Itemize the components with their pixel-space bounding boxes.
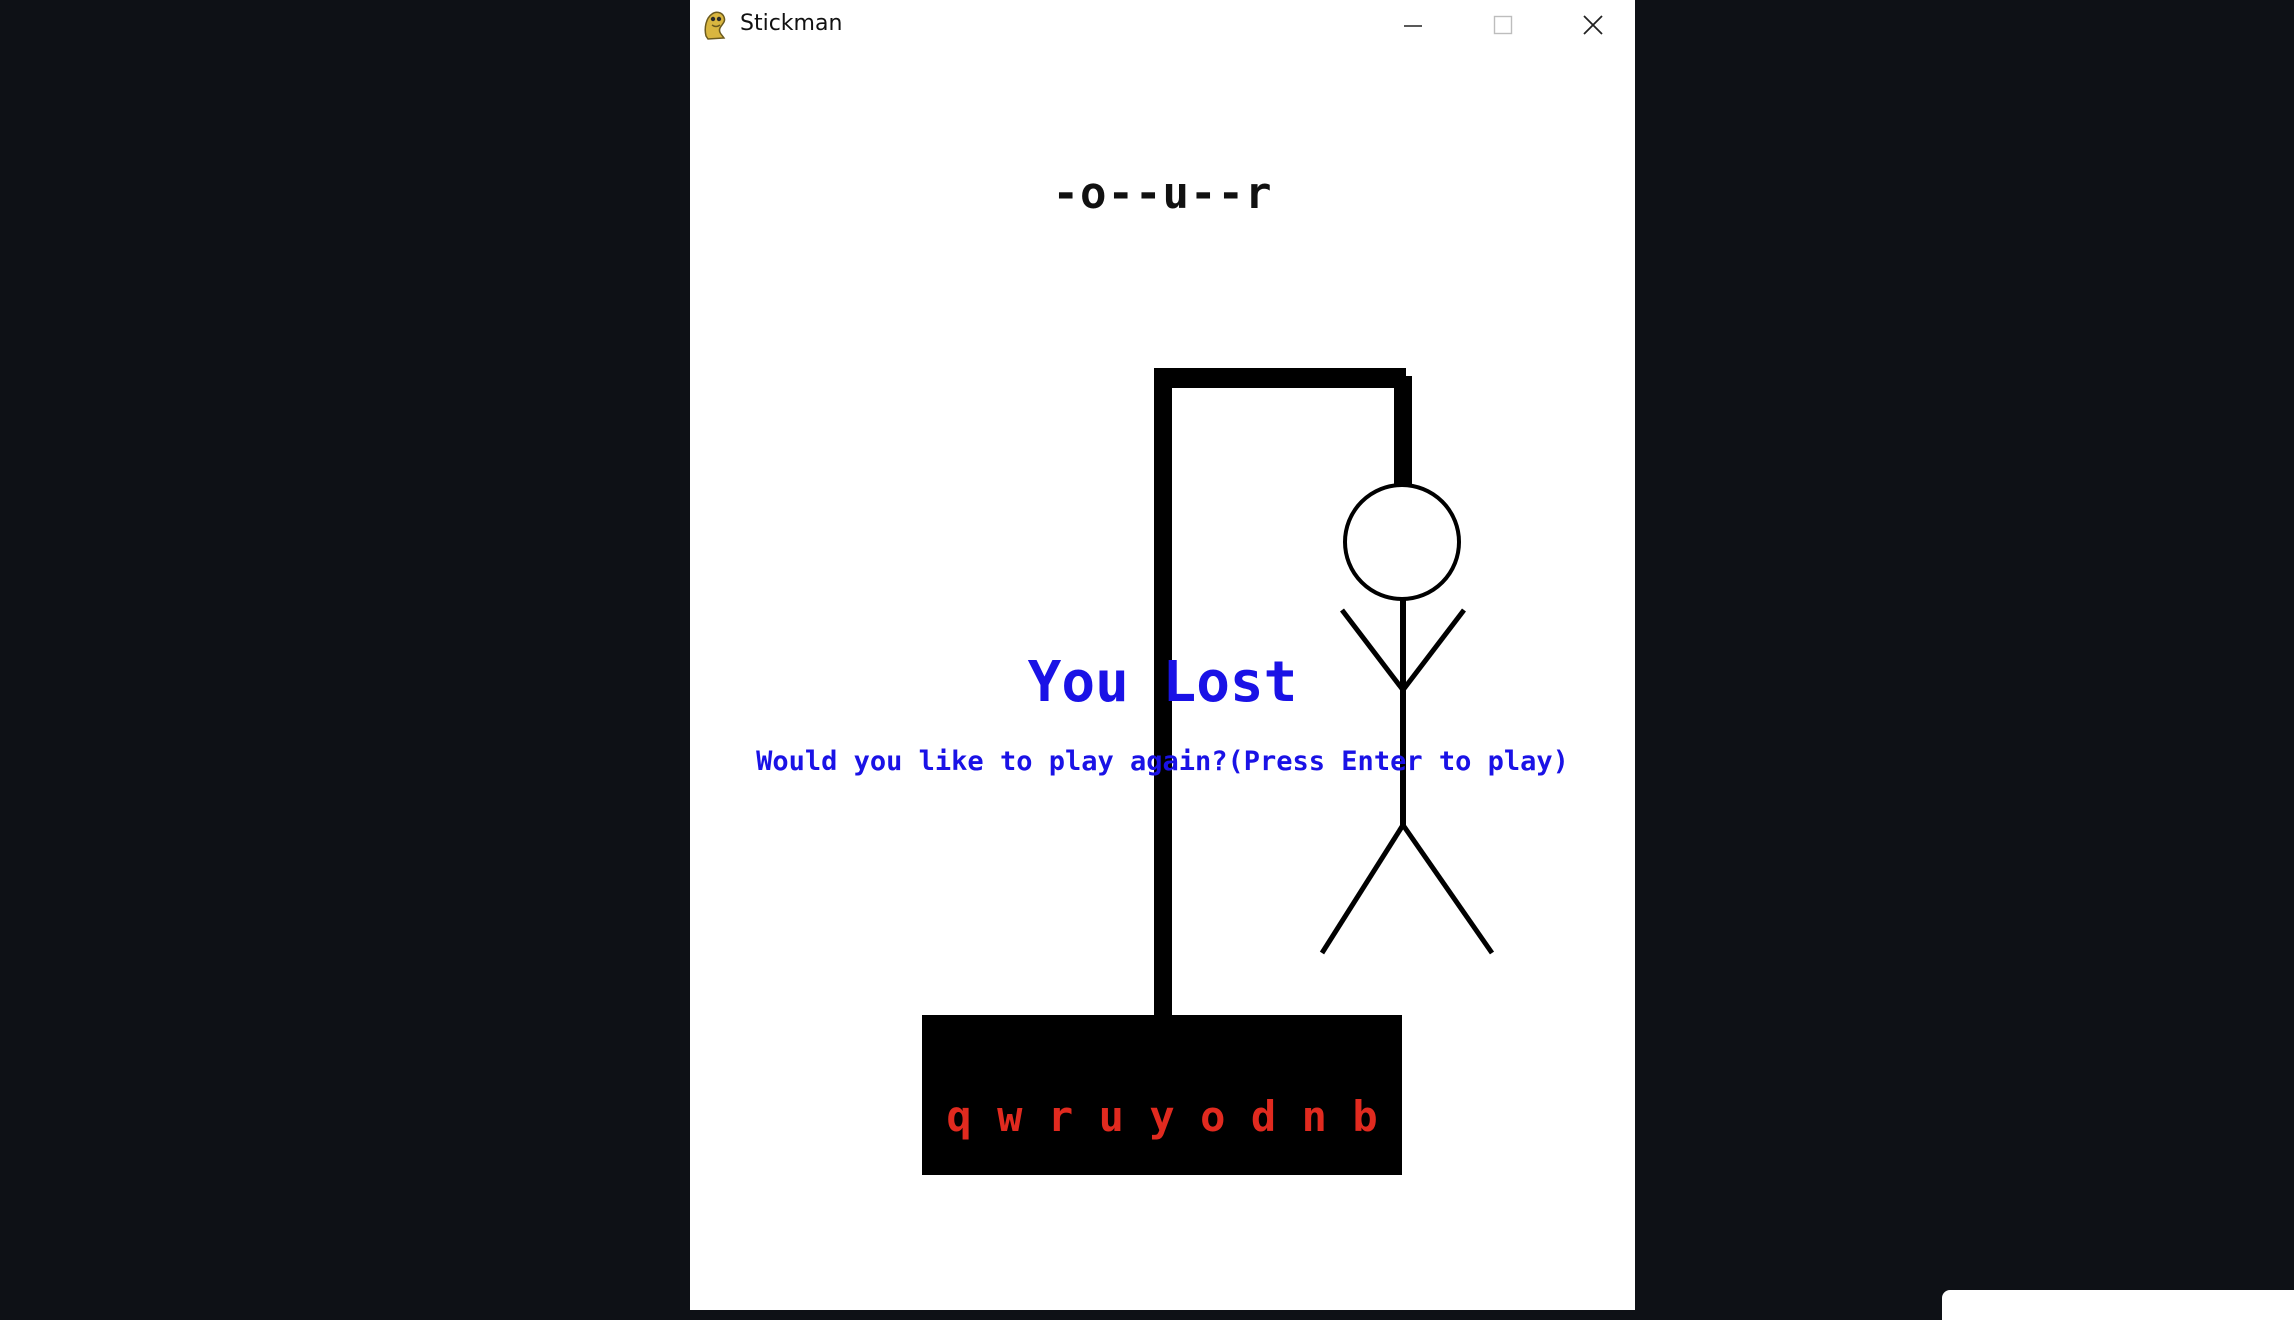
stickman-left-leg bbox=[1319, 823, 1406, 955]
guessed-letter: q bbox=[946, 1092, 972, 1141]
maximize-button[interactable] bbox=[1458, 0, 1548, 50]
stickman-head bbox=[1343, 483, 1461, 601]
taskbar-popup-edge bbox=[1942, 1290, 2294, 1320]
guessed-letter: d bbox=[1250, 1092, 1277, 1141]
guessed-letter: w bbox=[997, 1092, 1023, 1141]
guessed-letters-list: qwruyodnb bbox=[922, 1092, 1402, 1142]
guessed-letter: u bbox=[1098, 1092, 1124, 1141]
stickman-right-leg bbox=[1400, 823, 1495, 955]
guessed-letter: r bbox=[1047, 1092, 1074, 1141]
minimize-icon bbox=[1404, 25, 1422, 27]
pygame-snake-icon bbox=[704, 11, 726, 40]
window-title: Stickman bbox=[740, 11, 843, 36]
window-titlebar[interactable]: Stickman bbox=[690, 0, 1635, 50]
guessed-letter: o bbox=[1200, 1092, 1226, 1141]
close-button[interactable] bbox=[1548, 0, 1635, 50]
maximize-icon bbox=[1493, 15, 1513, 35]
play-again-prompt: Would you like to play again?(Press Ente… bbox=[756, 746, 1569, 777]
guessed-letter: b bbox=[1352, 1092, 1378, 1141]
guessed-letter: y bbox=[1149, 1092, 1175, 1141]
gallows-rope bbox=[1394, 376, 1412, 486]
guessed-letter: n bbox=[1301, 1092, 1327, 1141]
minimize-button[interactable] bbox=[1368, 0, 1458, 50]
gallows-beam bbox=[1154, 368, 1406, 388]
game-window: Stickman -o--u--r q w r u y o d n b You … bbox=[690, 0, 1635, 1310]
close-icon bbox=[1583, 15, 1603, 35]
game-canvas[interactable]: -o--u--r qwruyodnb You Lost Would you li… bbox=[690, 50, 1635, 1310]
result-title: You Lost bbox=[1027, 650, 1298, 715]
